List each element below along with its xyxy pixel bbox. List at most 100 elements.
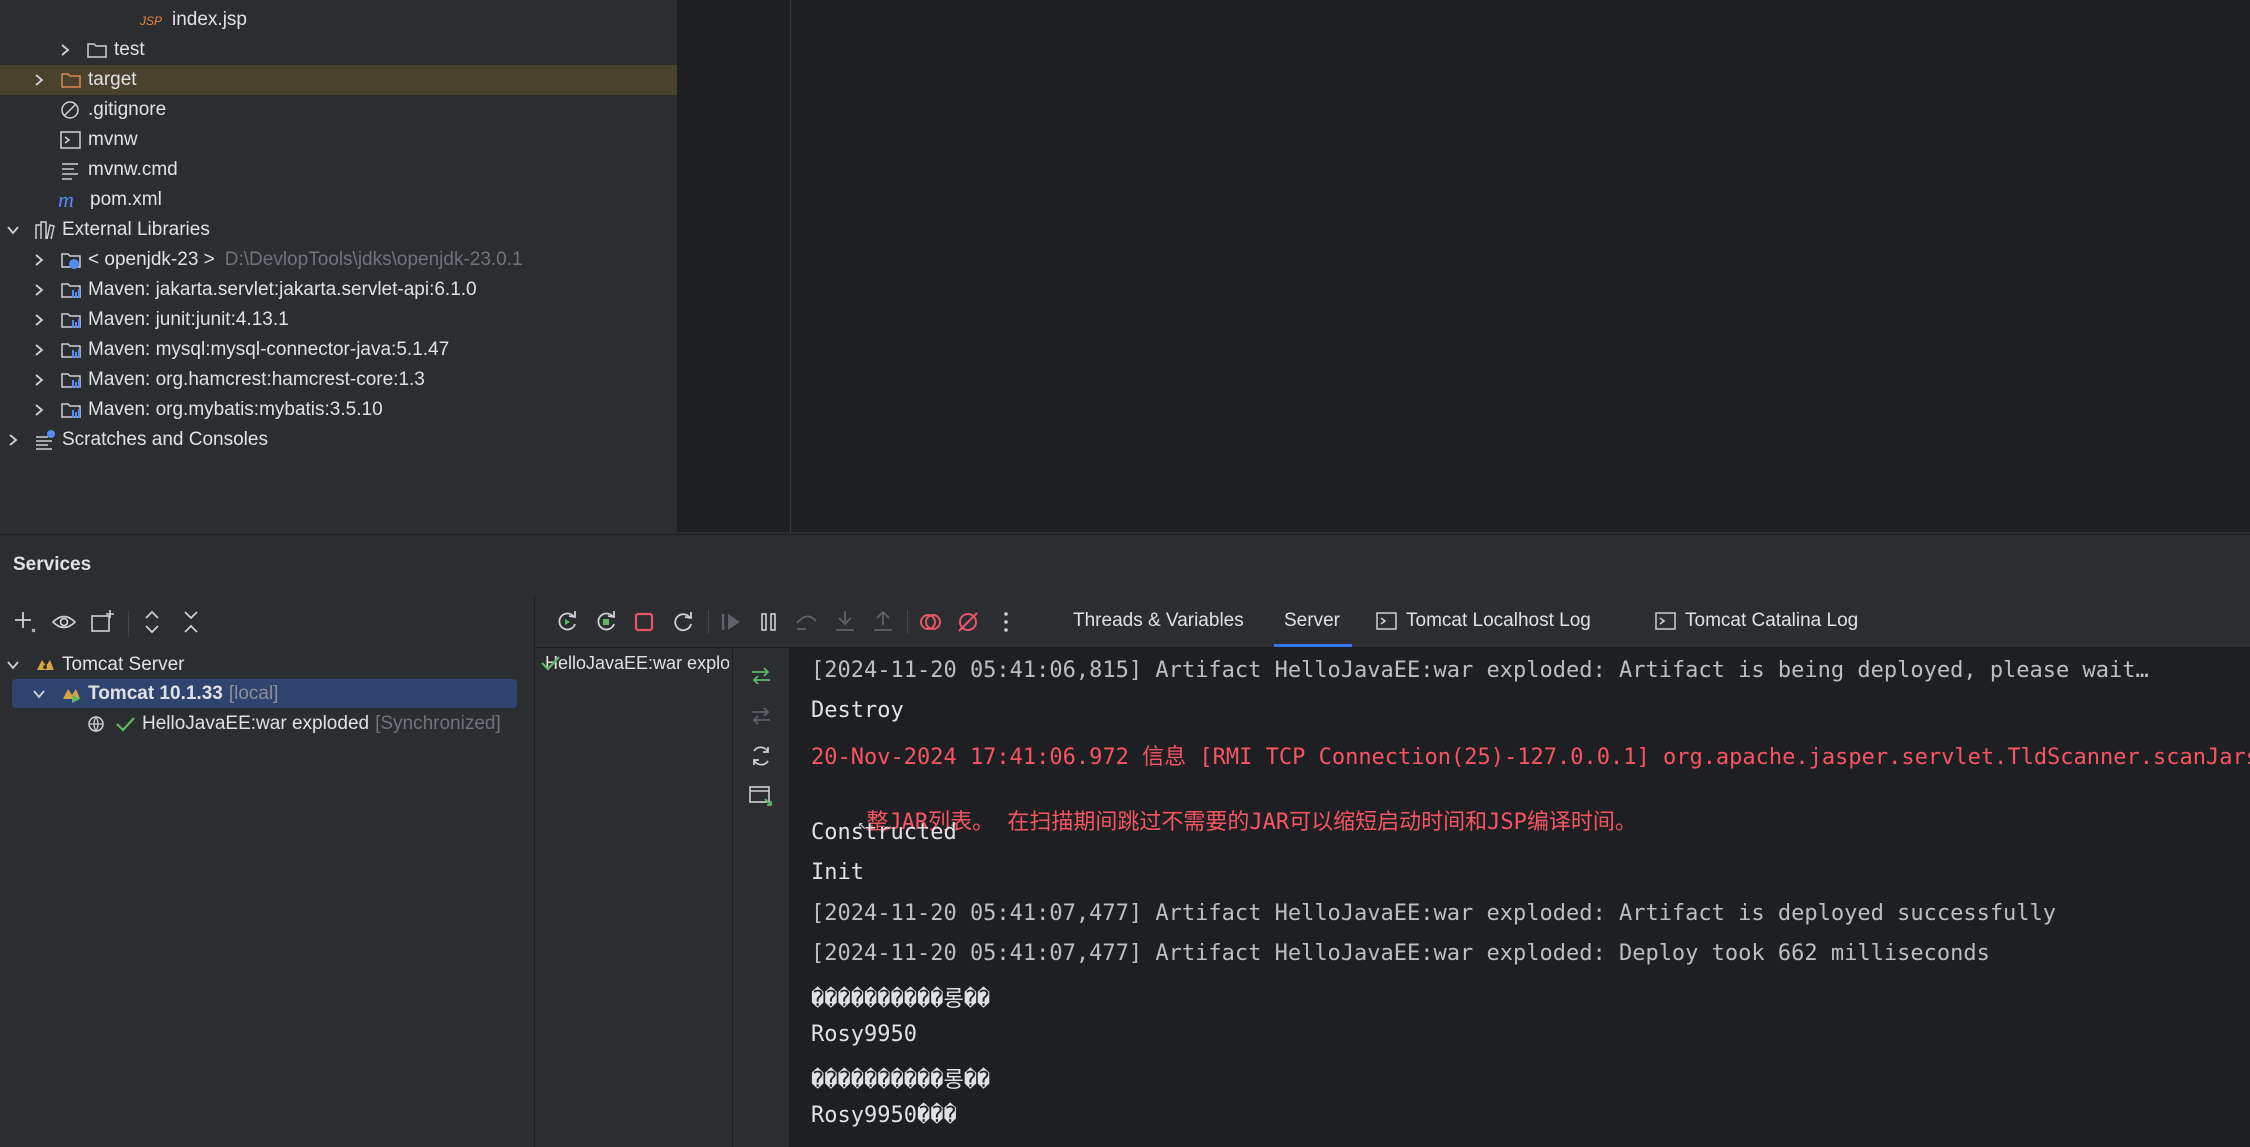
- tomcat-instance-tag: [local]: [228, 683, 279, 704]
- console-icon: [1376, 610, 1398, 632]
- tomcat-running-icon: [60, 683, 82, 705]
- tree-item-gitignore[interactable]: .gitignore: [0, 95, 677, 125]
- console-line: 20-Nov-2024 17:41:06.972 信息 [RMI TCP Con…: [811, 745, 2250, 770]
- deployment-item[interactable]: HelloJavaEE:war exploded: [539, 648, 729, 678]
- jsp-file-icon: JSP: [140, 9, 166, 31]
- library-icon: [60, 399, 82, 421]
- tree-item-library[interactable]: Maven: org.hamcrest:hamcrest-core:1.3: [0, 365, 677, 395]
- new-tab-button[interactable]: [89, 608, 117, 636]
- rerun-button[interactable]: [553, 608, 581, 636]
- text-file-icon: [60, 159, 82, 181]
- stop-button[interactable]: [630, 608, 658, 636]
- tree-item-mvnw-cmd[interactable]: mvnw.cmd: [0, 155, 677, 185]
- chevron-right-icon[interactable]: [32, 73, 46, 87]
- library-icon: [60, 309, 82, 331]
- chevron-right-icon[interactable]: [6, 433, 20, 447]
- sync-icon: [753, 746, 769, 766]
- step-out-icon: [874, 610, 892, 631]
- chevron-down-icon[interactable]: [32, 687, 46, 701]
- redeploy-icon: [597, 611, 615, 631]
- undeploy-button[interactable]: [747, 702, 775, 730]
- tab-server[interactable]: Server: [1274, 595, 1352, 647]
- tree-item-test[interactable]: test: [0, 35, 677, 65]
- console-line: Rosy9950: [811, 1022, 917, 1047]
- tab-tomcat-localhost-log[interactable]: Tomcat Localhost Log: [1376, 595, 1591, 647]
- redeploy-artifact-button[interactable]: [747, 742, 775, 770]
- tree-item-external-libraries[interactable]: External Libraries: [0, 215, 677, 245]
- step-over-button[interactable]: [793, 608, 821, 636]
- chevron-right-icon[interactable]: [32, 373, 46, 387]
- toolbar-separator: [907, 610, 908, 634]
- tomcat-instance-node[interactable]: Tomcat 10.1.33 [local]: [32, 679, 278, 709]
- breakpoints-icon: [920, 614, 941, 630]
- update-button[interactable]: [669, 608, 697, 636]
- editor-area[interactable]: [678, 0, 2250, 532]
- step-out-button[interactable]: [869, 608, 897, 636]
- tree-item-library[interactable]: Maven: org.mybatis:mybatis:3.5.10: [0, 395, 677, 425]
- mute-breakpoints-button[interactable]: [954, 608, 982, 636]
- chevron-right-icon[interactable]: [32, 283, 46, 297]
- tab-threads-variables[interactable]: Threads & Variables: [1073, 595, 1244, 647]
- artifact-node[interactable]: HelloJavaEE:war exploded [Synchronized]: [86, 709, 501, 739]
- library-icon: [60, 339, 82, 361]
- tree-item-target[interactable]: target: [0, 65, 677, 95]
- resume-icon: [721, 614, 740, 630]
- chevron-down-icon[interactable]: [6, 658, 20, 672]
- tree-item-label: Maven: junit:junit:4.13.1: [88, 309, 289, 330]
- console-line-text: 整JAR列表。 在扫描期间跳过不需要的JAR可以缩短启动时间和JSP编译时间。: [866, 810, 1637, 835]
- chevron-right-icon[interactable]: [58, 43, 72, 57]
- tomcat-server-node[interactable]: Tomcat Server: [6, 650, 184, 680]
- expand-all-button[interactable]: [138, 608, 166, 636]
- artifact-label: HelloJavaEE:war exploded: [142, 713, 370, 734]
- tab-tomcat-catalina-log[interactable]: Tomcat Catalina Log: [1655, 595, 1858, 647]
- collapse-all-icon: [184, 611, 198, 633]
- tree-item-label: pom.xml: [90, 189, 162, 210]
- chevron-right-icon[interactable]: [32, 313, 46, 327]
- tree-item-label: Maven: mysql:mysql-connector-java:5.1.47: [88, 339, 450, 360]
- tree-item-path: D:\DevlopTools\jdks\openjdk-23.0.1: [224, 249, 523, 270]
- pause-icon: [761, 613, 776, 631]
- tree-item-openjdk[interactable]: < openjdk-23 > D:\DevlopTools\jdks\openj…: [0, 245, 677, 275]
- resume-button[interactable]: [717, 608, 745, 636]
- more-options-button[interactable]: [992, 608, 1020, 636]
- chevron-down-icon[interactable]: [6, 223, 20, 237]
- collapse-all-button[interactable]: [177, 608, 205, 636]
- tree-item-library[interactable]: Maven: junit:junit:4.13.1: [0, 305, 677, 335]
- tree-item-library[interactable]: Maven: jakarta.servlet:jakarta.servlet-a…: [0, 275, 677, 305]
- tree-item-label: Maven: jakarta.servlet:jakarta.servlet-a…: [88, 279, 477, 300]
- chevron-right-icon[interactable]: [32, 343, 46, 357]
- chevron-right-icon[interactable]: [32, 253, 46, 267]
- server-console-output[interactable]: [2024-11-20 05:41:06,815] Artifact Hello…: [790, 648, 2250, 1147]
- tree-item-index-jsp[interactable]: JSP index.jsp: [0, 5, 677, 35]
- view-options-button[interactable]: [50, 608, 78, 636]
- tree-item-mvnw[interactable]: mvnw: [0, 125, 677, 155]
- deployment-list: HelloJavaEE:war exploded: [535, 648, 733, 1147]
- add-icon: [15, 612, 36, 633]
- tree-item-label: .gitignore: [88, 99, 167, 120]
- scratches-icon: [34, 429, 56, 451]
- console-line: Rosy9950���: [811, 1103, 957, 1128]
- redeploy-button[interactable]: [592, 608, 620, 636]
- svg-text:m: m: [58, 189, 74, 211]
- console-icon: [1655, 610, 1677, 632]
- undeploy-icon: [752, 707, 770, 725]
- deployment-actions: [733, 648, 790, 1147]
- deploy-button[interactable]: [747, 662, 775, 690]
- check-icon: [114, 713, 136, 735]
- tree-item-pom-xml[interactable]: m pom.xml: [0, 185, 677, 215]
- console-line: [2024-11-20 05:41:06,815] Artifact Hello…: [811, 658, 2149, 683]
- view-breakpoints-button[interactable]: [916, 608, 944, 636]
- chevron-right-icon[interactable]: [32, 403, 46, 417]
- console-line: ����������롱��: [811, 1068, 991, 1093]
- step-into-icon: [836, 611, 854, 631]
- refresh-icon: [674, 612, 692, 632]
- editor-gutter: [678, 0, 791, 532]
- open-browser-button[interactable]: [747, 782, 775, 810]
- tree-item-scratches[interactable]: Scratches and Consoles: [0, 425, 677, 455]
- add-service-button[interactable]: [11, 608, 39, 636]
- pause-button[interactable]: [755, 608, 783, 636]
- tree-item-label: mvnw: [88, 129, 138, 150]
- tree-item-library[interactable]: Maven: mysql:mysql-connector-java:5.1.47: [0, 335, 677, 365]
- tab-label: Server: [1284, 610, 1340, 631]
- step-into-button[interactable]: [831, 608, 859, 636]
